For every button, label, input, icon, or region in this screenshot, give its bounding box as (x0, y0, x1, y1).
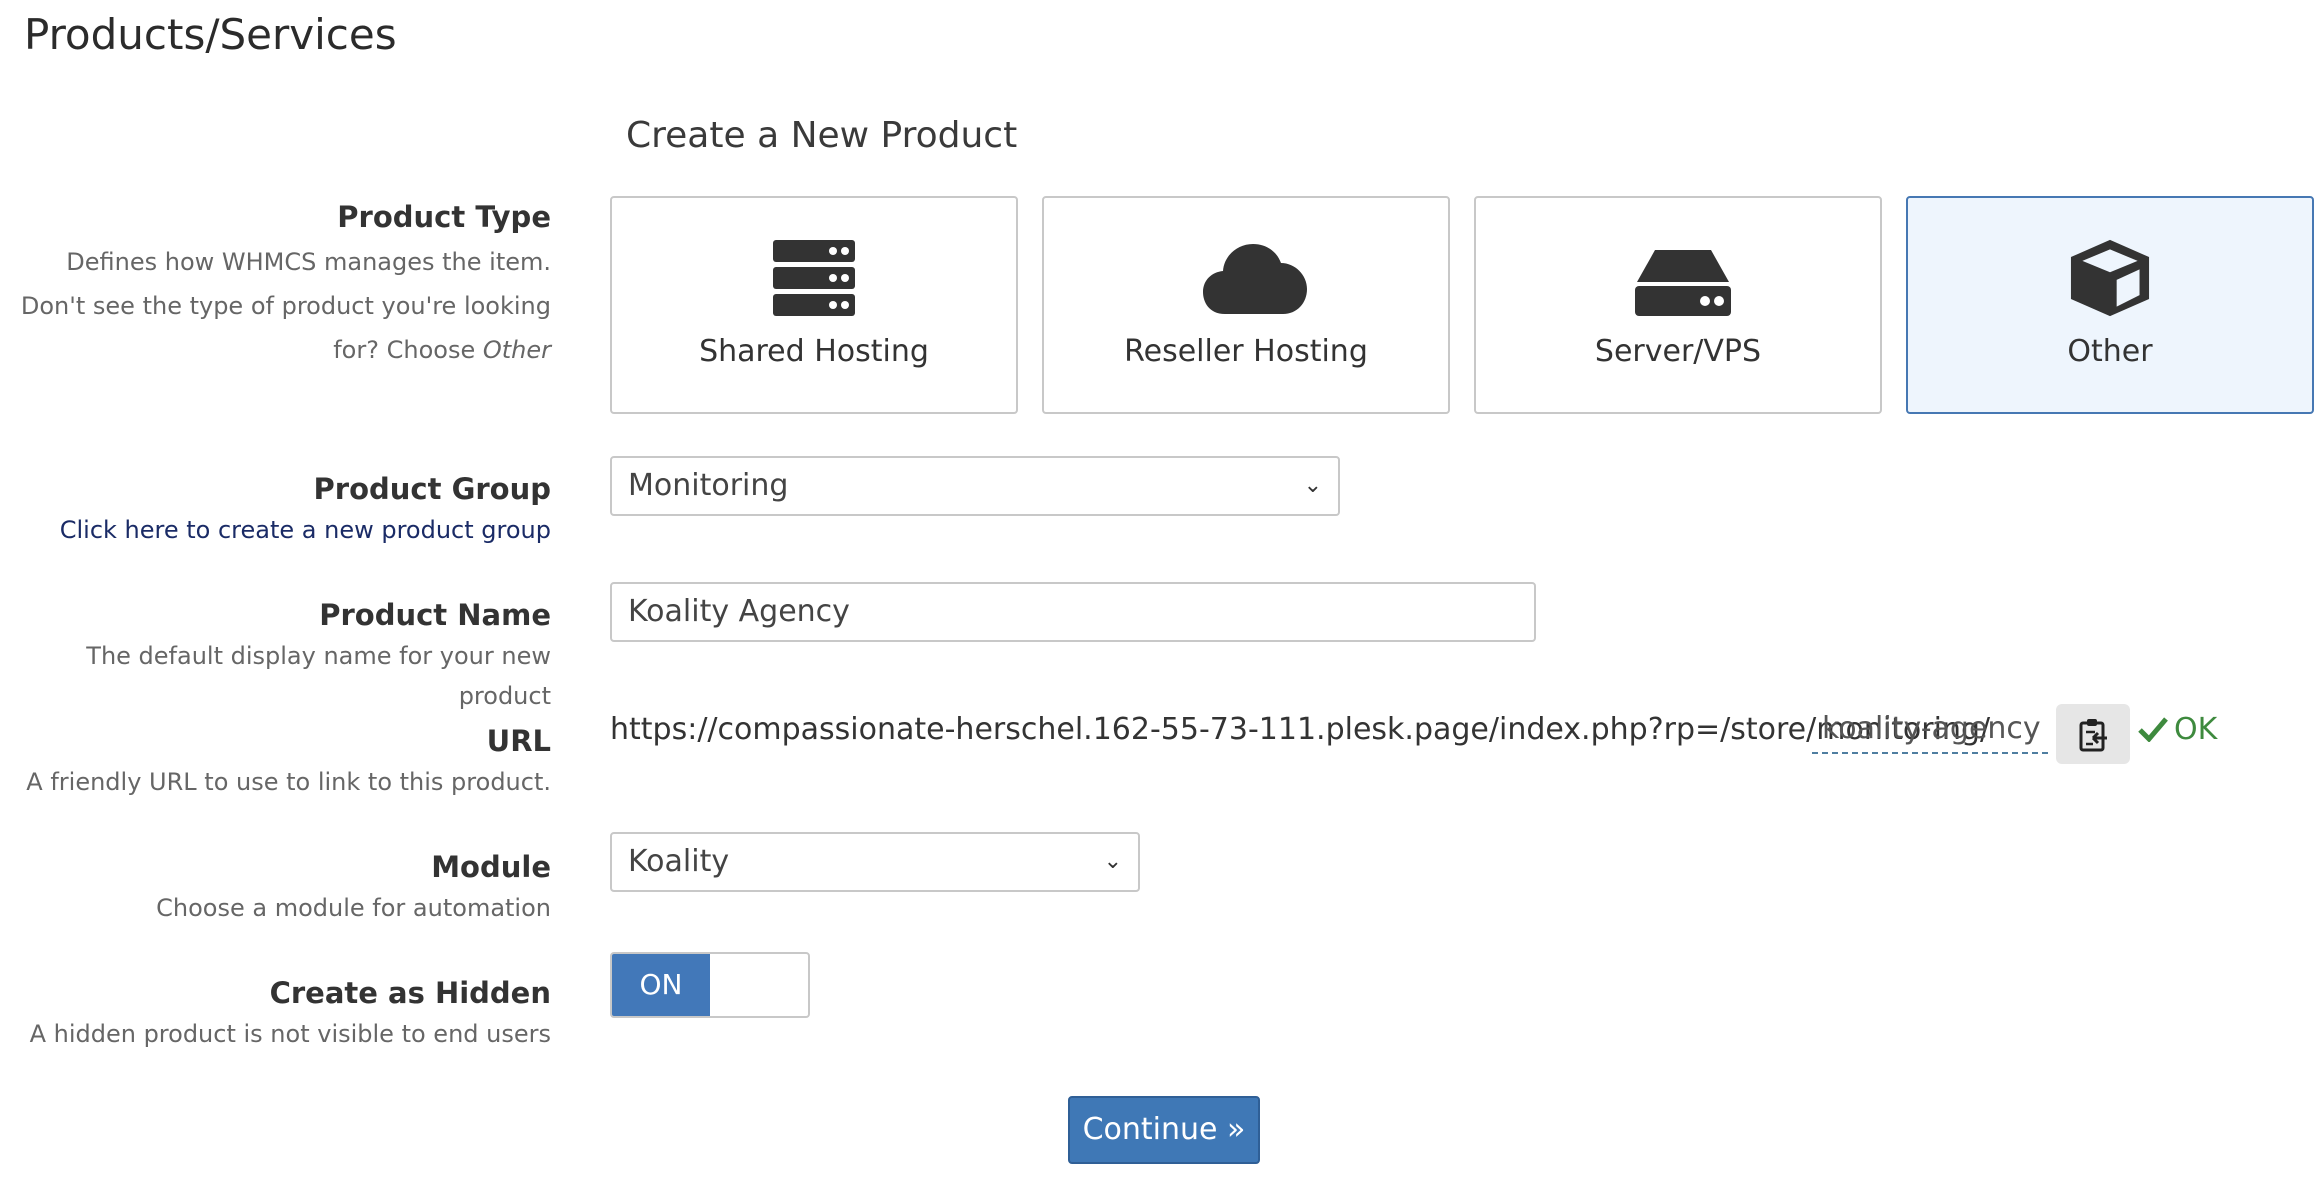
module-label-block: Module Choose a module for automation (11, 850, 551, 928)
url-slug-input[interactable]: koality-agency (1812, 706, 2048, 754)
product-type-shared-hosting[interactable]: Shared Hosting (610, 196, 1018, 414)
continue-button[interactable]: Continue » (1068, 1096, 1260, 1164)
cloud-icon (1201, 238, 1307, 318)
url-label: URL (486, 724, 551, 758)
product-type-name: Shared Hosting (699, 334, 929, 369)
product-type-server-vps[interactable]: Server/VPS (1474, 196, 1882, 414)
hidden-toggle[interactable]: ON (610, 952, 810, 1018)
product-group-select[interactable]: Monitoring ⌄ (610, 456, 1340, 516)
product-name-label-block: Product Name The default display name fo… (11, 598, 551, 716)
module-value: Koality (628, 844, 730, 879)
product-type-name: Server/VPS (1594, 334, 1762, 369)
product-type-help-3: for? Choose Other (11, 330, 551, 370)
product-group-label-block: Product Group Click here to create a new… (11, 472, 551, 550)
cube-icon (2065, 238, 2155, 318)
url-status-text: OK (2174, 712, 2218, 747)
product-type-help-2: Don't see the type of product you're loo… (20, 292, 551, 320)
page-title: Products/Services (24, 10, 397, 59)
copy-url-button[interactable] (2056, 704, 2130, 764)
product-type-other[interactable]: Other (1906, 196, 2314, 414)
product-type-label: Product Type (337, 200, 551, 234)
toggle-on-label: ON (612, 954, 710, 1016)
module-select[interactable]: Koality ⌄ (610, 832, 1140, 892)
product-type-help-3-em: Other (482, 336, 551, 364)
product-name-label: Product Name (319, 598, 551, 632)
url-help: A friendly URL to use to link to this pr… (26, 768, 551, 796)
module-help: Choose a module for automation (156, 894, 551, 922)
product-group-value: Monitoring (628, 468, 789, 503)
clipboard-icon (2079, 719, 2107, 752)
product-group-label: Product Group (313, 472, 551, 506)
product-type-help-3-prefix: for? Choose (333, 336, 483, 364)
chevron-down-icon: ⌄ (1303, 473, 1322, 498)
product-name-input[interactable]: Koality Agency (610, 582, 1536, 642)
form-subtitle: Create a New Product (626, 115, 1018, 156)
create-product-group-link[interactable]: Click here to create a new product group (11, 510, 551, 550)
product-type-name: Other (2067, 334, 2153, 369)
url-prefix: https://compassionate-herschel.162-55-73… (610, 712, 1991, 747)
hidden-help: A hidden product is not visible to end u… (29, 1020, 551, 1048)
hard-drive-icon (1633, 238, 1731, 318)
module-label: Module (431, 850, 551, 884)
check-icon (2138, 717, 2168, 743)
url-label-block: URL A friendly URL to use to link to thi… (11, 724, 551, 802)
product-name-help: The default display name for your new pr… (86, 642, 551, 710)
chevron-down-icon: ⌄ (1103, 849, 1122, 874)
hidden-label-block: Create as Hidden A hidden product is not… (11, 976, 551, 1054)
server-stack-icon (769, 238, 859, 318)
hidden-label: Create as Hidden (269, 976, 551, 1010)
product-type-name: Reseller Hosting (1124, 334, 1368, 369)
url-status: OK (2138, 712, 2217, 747)
product-type-help-1: Defines how WHMCS manages the item. (66, 248, 551, 276)
product-type-label-block: Product Type Defines how WHMCS manages t… (11, 200, 551, 370)
product-type-reseller-hosting[interactable]: Reseller Hosting (1042, 196, 1450, 414)
